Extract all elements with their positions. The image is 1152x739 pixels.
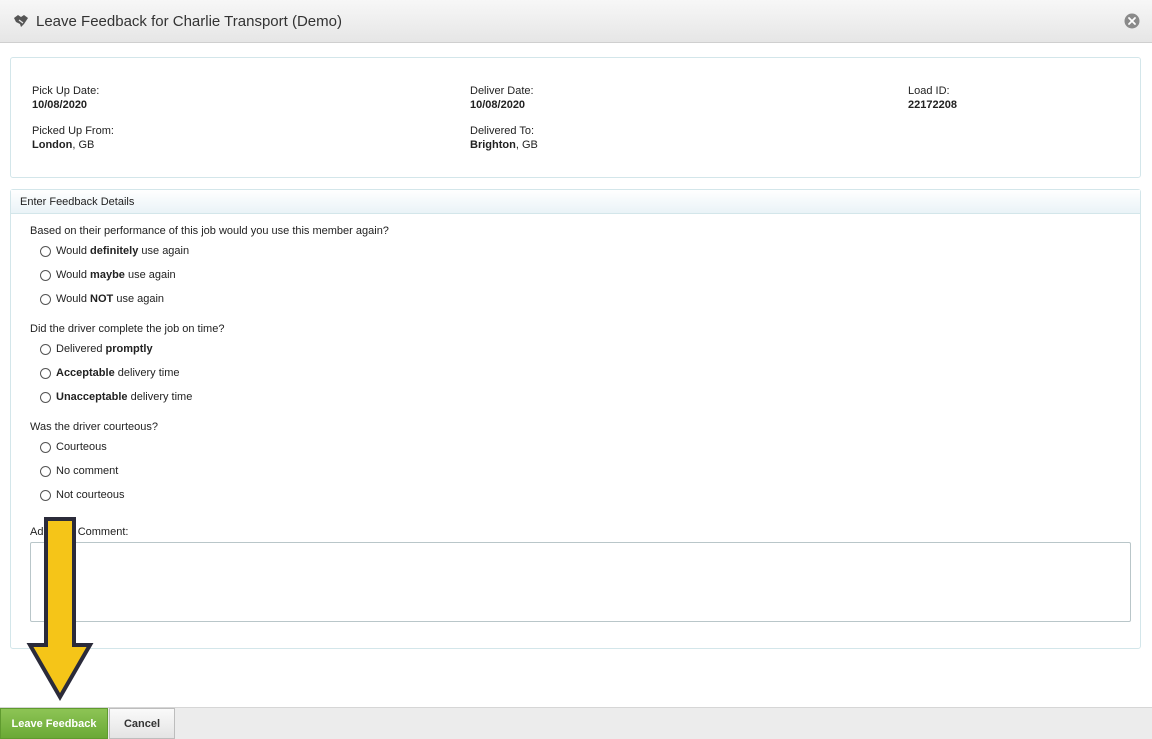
radio-courteous[interactable]: Courteous: [40, 441, 107, 453]
load-id-value: 22172208: [908, 99, 957, 111]
close-icon[interactable]: [1124, 13, 1140, 29]
comment-textarea[interactable]: [30, 542, 1131, 622]
down-arrow-icon: [26, 517, 94, 701]
load-id: Load ID: 22172208: [908, 84, 957, 112]
radio-on-time-unacceptable[interactable]: Unacceptable delivery time: [40, 391, 192, 403]
load-info-panel: Pick Up Date: 10/08/2020 Deliver Date: 1…: [10, 57, 1141, 178]
option-label: No comment: [56, 465, 119, 477]
radio-not-courteous[interactable]: Not courteous: [40, 489, 124, 501]
dialog-titlebar: Leave Feedback for Charlie Transport (De…: [0, 0, 1152, 43]
radio-button[interactable]: [40, 293, 51, 305]
picked-up-from-city: London: [32, 139, 73, 151]
option-label: Acceptable delivery time: [56, 367, 180, 379]
radio-use-again-maybe[interactable]: Would maybe use again: [40, 269, 176, 281]
picked-up-from-value: London, GB: [32, 138, 114, 152]
form-header: Enter Feedback Details: [11, 190, 1140, 214]
question-courteous: Was the driver courteous?: [30, 421, 158, 433]
load-id-label: Load ID:: [908, 85, 950, 97]
radio-no-comment[interactable]: No comment: [40, 465, 118, 477]
picked-up-from-label: Picked Up From:: [32, 125, 114, 137]
picked-up-from: Picked Up From: London, GB: [32, 124, 114, 152]
radio-use-again-definitely[interactable]: Would definitely use again: [40, 245, 189, 257]
feedback-form-panel: Enter Feedback Details Based on their pe…: [10, 189, 1141, 649]
option-label: Delivered promptly: [56, 343, 153, 355]
delivered-to-value: Brighton, GB: [470, 138, 538, 152]
handshake-icon: [14, 15, 28, 27]
radio-button[interactable]: [40, 245, 51, 257]
radio-on-time-promptly[interactable]: Delivered promptly: [40, 343, 153, 355]
deliver-date-value: 10/08/2020: [470, 99, 526, 111]
radio-button[interactable]: [40, 269, 51, 281]
deliver-date: Deliver Date: 10/08/2020: [470, 84, 534, 112]
leave-feedback-button[interactable]: Leave Feedback: [0, 708, 108, 739]
radio-button[interactable]: [40, 343, 51, 355]
cancel-button[interactable]: Cancel: [109, 708, 175, 739]
question-use-again: Based on their performance of this job w…: [30, 225, 389, 237]
radio-button[interactable]: [40, 441, 51, 453]
pickup-date-label: Pick Up Date:: [32, 85, 100, 97]
delivered-to: Delivered To: Brighton, GB: [470, 124, 538, 152]
deliver-date-label: Deliver Date:: [470, 85, 534, 97]
radio-on-time-acceptable[interactable]: Acceptable delivery time: [40, 367, 180, 379]
option-label: Unacceptable delivery time: [56, 391, 193, 403]
option-label: Courteous: [56, 441, 107, 453]
option-label: Would definitely use again: [56, 245, 190, 257]
delivered-to-country: , GB: [515, 139, 538, 151]
radio-button[interactable]: [40, 391, 51, 403]
option-label: Not courteous: [56, 489, 125, 501]
delivered-to-city: Brighton: [470, 139, 516, 151]
delivered-to-label: Delivered To:: [470, 125, 534, 137]
question-on-time: Did the driver complete the job on time?: [30, 323, 225, 335]
radio-button[interactable]: [40, 465, 51, 477]
picked-up-from-country: , GB: [72, 139, 95, 151]
pickup-date: Pick Up Date: 10/08/2020: [32, 84, 99, 112]
radio-button[interactable]: [40, 489, 51, 501]
dialog-title: Leave Feedback for Charlie Transport (De…: [36, 13, 342, 30]
option-label: Would maybe use again: [56, 269, 176, 281]
radio-button[interactable]: [40, 367, 51, 379]
pickup-date-value: 10/08/2020: [32, 99, 88, 111]
radio-use-again-not[interactable]: Would NOT use again: [40, 293, 164, 305]
option-label: Would NOT use again: [56, 293, 165, 305]
